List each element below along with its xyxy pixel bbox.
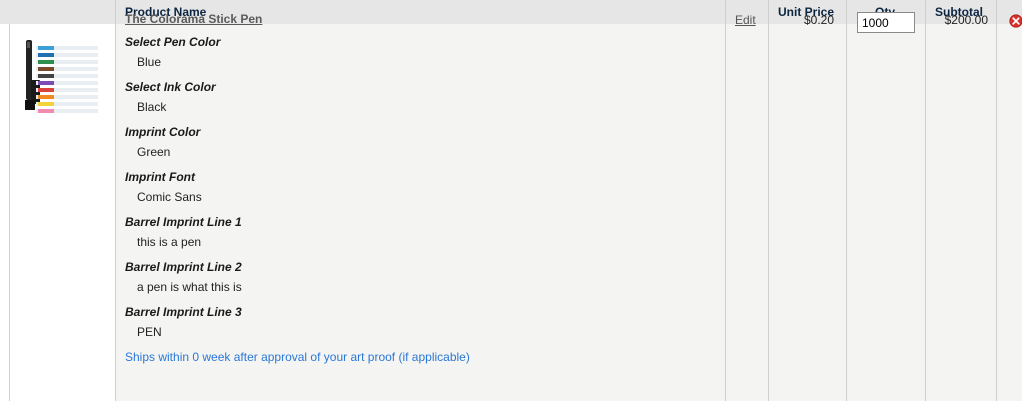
option-value: this is a pen	[137, 235, 202, 249]
option-label: Imprint Color	[125, 125, 201, 139]
column-divider	[9, 24, 10, 401]
option-value: Blue	[137, 55, 162, 69]
shipping-note: Ships within 0 week after approval of yo…	[125, 350, 470, 364]
option-value: PEN	[137, 325, 162, 339]
column-divider	[725, 0, 726, 401]
column-divider	[846, 0, 847, 401]
remove-item-icon[interactable]	[1009, 14, 1022, 28]
quantity-input[interactable]	[857, 12, 915, 33]
option-label: Barrel Imprint Line 2	[125, 260, 242, 274]
column-divider	[925, 0, 926, 401]
option-label: Select Pen Color	[125, 35, 221, 49]
option-label: Imprint Font	[125, 170, 195, 184]
option-value: Green	[137, 145, 171, 159]
product-thumbnail[interactable]	[22, 34, 104, 116]
column-divider	[115, 0, 116, 401]
option-label: Barrel Imprint Line 3	[125, 305, 242, 319]
option-label: Select Ink Color	[125, 80, 216, 94]
unit-price-value: $0.20	[803, 13, 834, 27]
option-value: a pen is what this is	[137, 280, 242, 294]
option-label: Barrel Imprint Line 1	[125, 215, 242, 229]
subtotal-value: $200.00	[944, 13, 988, 27]
product-name-link[interactable]: The Colorama Stick Pen	[125, 12, 262, 26]
column-divider	[996, 0, 997, 401]
option-value: Comic Sans	[137, 190, 202, 204]
cart-table: Product Name Unit Price Qty Subtotal	[0, 0, 1022, 401]
column-divider	[768, 0, 769, 401]
option-value: Black	[137, 100, 167, 114]
edit-item-link[interactable]: Edit	[735, 13, 756, 27]
